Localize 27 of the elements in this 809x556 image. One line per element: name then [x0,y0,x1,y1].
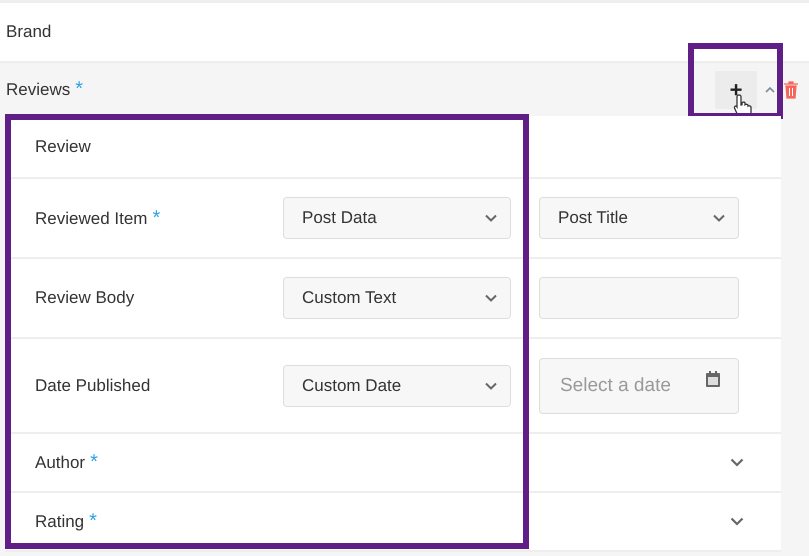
field-label: Rating [35,512,84,531]
caret-up-icon[interactable] [765,86,775,94]
trash-icon[interactable] [783,80,799,98]
calendar-icon [706,370,720,386]
field-label: Review Body [35,288,134,307]
card-title: Review [35,136,91,156]
field-label: Date Published [35,376,150,394]
section-label: Brand [6,22,52,42]
required-mark: * [75,78,84,100]
section-label: Reviews [6,80,70,99]
chevron-down-icon [485,294,497,302]
chevron-down-icon [485,214,497,222]
text-field[interactable] [539,277,739,319]
chevron-down-icon [485,382,497,390]
add-button[interactable]: + [715,70,757,108]
required-mark: * [152,206,160,228]
field-label: Author [35,453,86,472]
required-mark: * [90,451,98,473]
chevron-down-icon[interactable] [730,458,744,467]
field-dropdown[interactable]: Post Title [539,197,739,239]
source-dropdown[interactable]: Post Data [283,197,511,239]
chevron-down-icon [713,214,725,222]
chevron-down-icon[interactable] [730,517,744,526]
field-label: Reviewed Item [35,208,148,228]
source-dropdown[interactable]: Custom Text [283,277,511,319]
required-mark: * [89,510,97,532]
source-dropdown[interactable]: Custom Date [283,364,511,406]
